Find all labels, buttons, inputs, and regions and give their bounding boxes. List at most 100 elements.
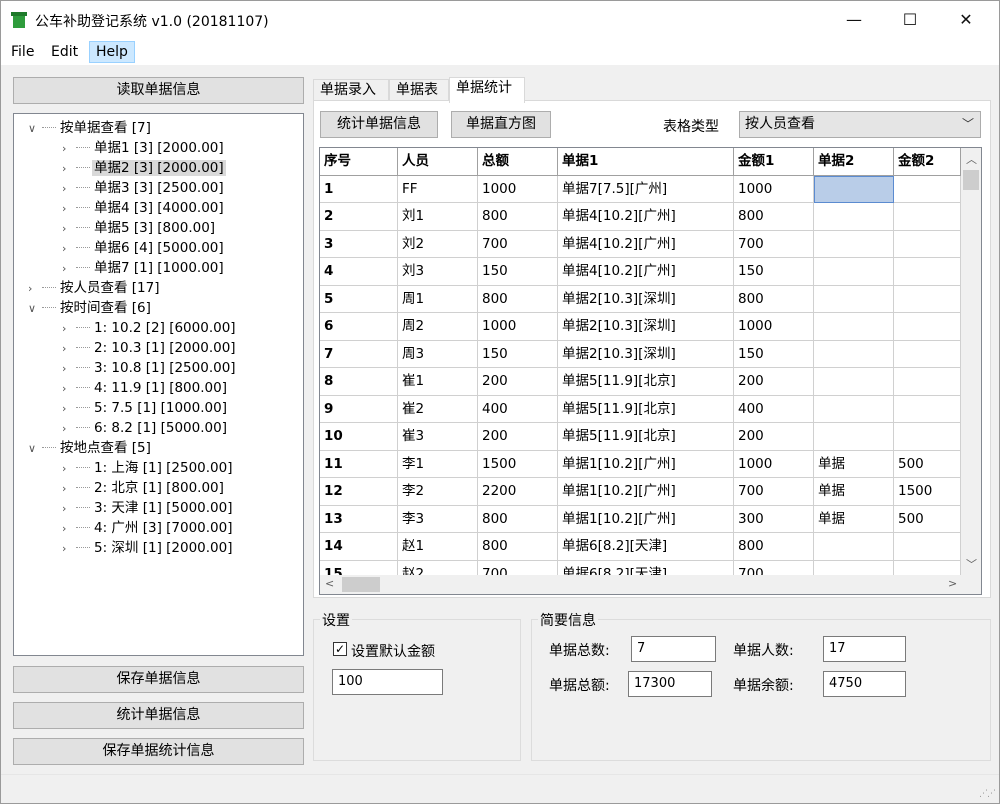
scroll-left-icon[interactable]: < [325, 577, 334, 590]
tab-record-stats[interactable]: 单据统计 [449, 77, 525, 103]
table-cell[interactable]: 200 [734, 368, 814, 396]
maximize-button[interactable]: ☐ [887, 1, 933, 39]
table-cell[interactable]: 李2 [398, 478, 478, 506]
tree-leaf-node[interactable]: › 单据6 [4] [5000.00] [62, 238, 226, 258]
chevron-right-icon[interactable]: › [62, 259, 76, 279]
table-cell[interactable]: 刘3 [398, 258, 478, 286]
table-cell[interactable]: 800 [478, 505, 558, 533]
total-count-field[interactable]: 7 [631, 636, 716, 662]
table-cell[interactable]: 700 [478, 230, 558, 258]
resize-grip-icon[interactable]: ⋰⋰ [979, 789, 996, 799]
tree-leaf-node[interactable]: › 单据7 [1] [1000.00] [62, 258, 226, 278]
chevron-right-icon[interactable]: › [62, 379, 76, 399]
chevron-right-icon[interactable]: › [62, 399, 76, 419]
table-cell[interactable]: 崔2 [398, 395, 478, 423]
row-index-cell[interactable]: 4 [320, 258, 398, 286]
chevron-down-icon[interactable]: ∨ [28, 119, 42, 139]
table-cell[interactable]: 1500 [894, 478, 961, 506]
table-cell[interactable]: 800 [734, 533, 814, 561]
table-cell[interactable]: 200 [478, 368, 558, 396]
chevron-down-icon[interactable]: ∨ [28, 299, 42, 319]
table-cell[interactable]: 800 [478, 285, 558, 313]
table-cell[interactable]: 周3 [398, 340, 478, 368]
chevron-right-icon[interactable]: › [62, 159, 76, 179]
chevron-right-icon[interactable]: › [28, 279, 42, 299]
close-button[interactable]: ✕ [943, 1, 989, 39]
table-cell[interactable]: 单据5[11.9][北京] [558, 423, 734, 451]
table-cell[interactable] [894, 203, 961, 231]
table-cell[interactable]: 400 [478, 395, 558, 423]
table-cell[interactable] [894, 423, 961, 451]
tab-record-table[interactable]: 单据表 [389, 79, 449, 101]
row-index-cell[interactable]: 7 [320, 340, 398, 368]
chevron-right-icon[interactable]: › [62, 539, 76, 559]
table-cell[interactable]: 1500 [478, 450, 558, 478]
table-cell[interactable] [894, 533, 961, 561]
table-cell[interactable] [814, 175, 894, 203]
table-cell[interactable]: 单据 [814, 505, 894, 533]
table-cell[interactable] [894, 258, 961, 286]
table-cell[interactable]: 刘1 [398, 203, 478, 231]
scroll-right-icon[interactable]: > [948, 577, 957, 590]
chevron-right-icon[interactable]: › [62, 459, 76, 479]
table-cell[interactable]: 800 [734, 203, 814, 231]
tree-leaf-node[interactable]: › 6: 8.2 [1] [5000.00] [62, 418, 229, 438]
column-header[interactable]: 单据1 [558, 148, 734, 176]
table-cell[interactable] [814, 313, 894, 341]
scroll-up-icon[interactable]: ︿ [966, 151, 977, 167]
row-index-cell[interactable]: 12 [320, 478, 398, 506]
table-cell[interactable]: 400 [734, 395, 814, 423]
table-cell[interactable]: 500 [894, 505, 961, 533]
tree-leaf-node[interactable]: › 3: 天津 [1] [5000.00] [62, 498, 235, 518]
tree-leaf-node[interactable]: › 单据4 [3] [4000.00] [62, 198, 226, 218]
horizontal-scroll-thumb[interactable] [342, 577, 380, 592]
row-index-cell[interactable]: 5 [320, 285, 398, 313]
tree-leaf-node[interactable]: › 1: 上海 [1] [2500.00] [62, 458, 235, 478]
column-header[interactable]: 序号 [320, 148, 398, 176]
table-cell[interactable]: 1000 [478, 175, 558, 203]
save-records-button[interactable]: 保存单据信息 [13, 666, 304, 693]
table-cell[interactable]: 700 [734, 478, 814, 506]
table-cell[interactable]: 150 [734, 340, 814, 368]
chevron-right-icon[interactable]: › [62, 519, 76, 539]
minimize-button[interactable]: — [831, 1, 877, 39]
table-cell[interactable] [894, 230, 961, 258]
tree-leaf-node[interactable]: › 4: 广州 [3] [7000.00] [62, 518, 235, 538]
stats-grid[interactable]: 序号 人员 总额 单据1 金额1 单据2 金额2 1 FF 1000 单据7[7.5][广州] 100… [319, 147, 982, 595]
row-index-cell[interactable]: 13 [320, 505, 398, 533]
table-cell[interactable]: 崔3 [398, 423, 478, 451]
table-cell[interactable] [894, 368, 961, 396]
chevron-right-icon[interactable]: › [62, 139, 76, 159]
table-cell[interactable]: 单据2[10.3][深圳] [558, 313, 734, 341]
scroll-down-icon[interactable]: ﹀ [966, 556, 977, 572]
save-stats-button[interactable]: 保存单据统计信息 [13, 738, 304, 765]
chevron-right-icon[interactable]: › [62, 179, 76, 199]
table-cell[interactable]: 刘2 [398, 230, 478, 258]
read-records-button[interactable]: 读取单据信息 [13, 77, 304, 104]
stats-records-button[interactable]: 统计单据信息 [13, 702, 304, 729]
table-cell[interactable] [894, 175, 961, 203]
table-cell[interactable]: FF [398, 175, 478, 203]
records-tree[interactable]: ∨ 按单据查看 [7] › 单据1 [3] [2000.00] › 单据2 [3] [20… [13, 113, 304, 656]
tree-group-node[interactable]: › 按人员查看 [17] [28, 278, 162, 298]
row-index-cell[interactable]: 3 [320, 230, 398, 258]
table-cell[interactable]: 700 [734, 230, 814, 258]
table-cell[interactable]: 800 [734, 285, 814, 313]
tree-leaf-node[interactable]: › 单据1 [3] [2000.00] [62, 138, 226, 158]
balance-field[interactable]: 4750 [823, 671, 906, 697]
table-cell[interactable]: 单据4[10.2][广州] [558, 258, 734, 286]
row-index-cell[interactable]: 9 [320, 395, 398, 423]
table-cell[interactable]: 单据7[7.5][广州] [558, 175, 734, 203]
row-index-cell[interactable]: 8 [320, 368, 398, 396]
table-cell[interactable]: 单据1[10.2][广州] [558, 450, 734, 478]
table-cell[interactable] [894, 313, 961, 341]
table-cell[interactable]: 300 [734, 505, 814, 533]
column-header[interactable]: 人员 [398, 148, 478, 176]
table-cell[interactable]: 单据1[10.2][广州] [558, 505, 734, 533]
default-amount-checkbox[interactable]: ✓ [333, 642, 347, 656]
table-cell[interactable]: 单据4[10.2][广州] [558, 230, 734, 258]
compute-stats-button[interactable]: 统计单据信息 [320, 111, 438, 138]
tree-leaf-node[interactable]: › 单据2 [3] [2000.00] [62, 158, 226, 178]
tree-leaf-node[interactable]: › 3: 10.8 [1] [2500.00] [62, 358, 238, 378]
chevron-right-icon[interactable]: › [62, 479, 76, 499]
